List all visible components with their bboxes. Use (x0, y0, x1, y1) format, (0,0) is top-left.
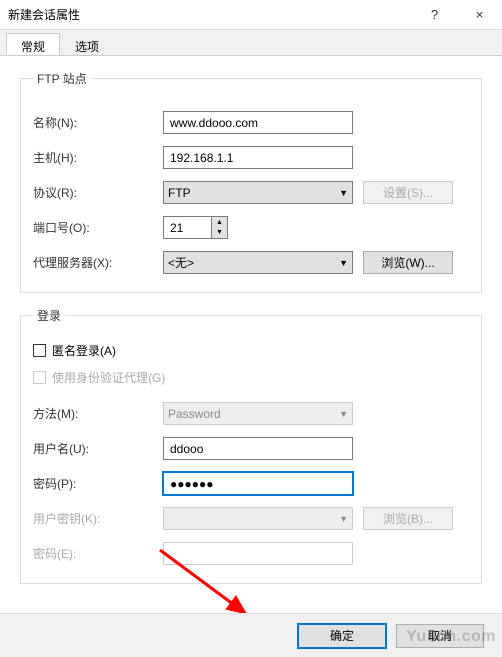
help-button[interactable]: ? (412, 0, 457, 30)
method-label: 方法(M): (33, 405, 163, 422)
proxy-label: 代理服务器(X): (33, 254, 163, 271)
host-input[interactable] (163, 146, 353, 169)
spinner-up-icon[interactable]: ▲ (212, 217, 227, 228)
authproxy-label: 使用身份验证代理(G) (52, 369, 165, 386)
password-input[interactable] (163, 472, 353, 495)
proxy-select[interactable]: <无> ▼ (163, 251, 353, 274)
tab-options[interactable]: 选项 (60, 33, 114, 55)
browse-proxy-button[interactable]: 浏览(W)... (363, 251, 453, 274)
username-label: 用户名(U): (33, 440, 163, 457)
method-value: Password (168, 407, 221, 421)
chevron-down-icon: ▼ (339, 258, 348, 268)
port-input[interactable] (163, 216, 211, 239)
password-label: 密码(P): (33, 475, 163, 492)
passphrase-label: 密码(E): (33, 545, 163, 562)
titlebar: 新建会话属性 ? × (0, 0, 502, 30)
chevron-down-icon: ▼ (339, 188, 348, 198)
watermark: Yuucn.com (406, 628, 496, 646)
method-select: Password ▼ (163, 402, 353, 425)
login-group: 登录 匿名登录(A) 使用身份验证代理(G) 方法(M): Password ▼… (20, 307, 482, 584)
protocol-select[interactable]: FTP ▼ (163, 181, 353, 204)
content: FTP 站点 名称(N): 主机(H): 协议(R): FTP ▼ 设置(S).… (0, 56, 502, 608)
name-input[interactable] (163, 111, 353, 134)
browse-key-button: 浏览(B)... (363, 507, 453, 530)
window-title: 新建会话属性 (8, 6, 412, 23)
anonymous-checkbox[interactable] (33, 344, 46, 357)
spinner-down-icon[interactable]: ▼ (212, 228, 227, 239)
port-spinner[interactable]: ▲ ▼ (163, 216, 228, 239)
proxy-value: <无> (168, 254, 194, 271)
passphrase-input (163, 542, 353, 565)
chevron-down-icon: ▼ (339, 514, 348, 524)
anonymous-label: 匿名登录(A) (52, 342, 116, 359)
tab-bar: 常规 选项 (0, 30, 502, 56)
userkey-select: ▼ (163, 507, 353, 530)
name-label: 名称(N): (33, 114, 163, 131)
ok-button[interactable]: 确定 (298, 624, 386, 648)
settings-button: 设置(S)... (363, 181, 453, 204)
chevron-down-icon: ▼ (339, 409, 348, 419)
username-input[interactable] (163, 437, 353, 460)
tab-general[interactable]: 常规 (6, 33, 60, 55)
authproxy-checkbox (33, 371, 46, 384)
host-label: 主机(H): (33, 149, 163, 166)
protocol-value: FTP (168, 186, 191, 200)
ftp-site-legend: FTP 站点 (33, 70, 91, 87)
protocol-label: 协议(R): (33, 184, 163, 201)
close-button[interactable]: × (457, 0, 502, 30)
port-label: 端口号(O): (33, 219, 163, 236)
ftp-site-group: FTP 站点 名称(N): 主机(H): 协议(R): FTP ▼ 设置(S).… (20, 70, 482, 293)
userkey-label: 用户密钥(K): (33, 510, 163, 527)
login-legend: 登录 (33, 307, 65, 324)
